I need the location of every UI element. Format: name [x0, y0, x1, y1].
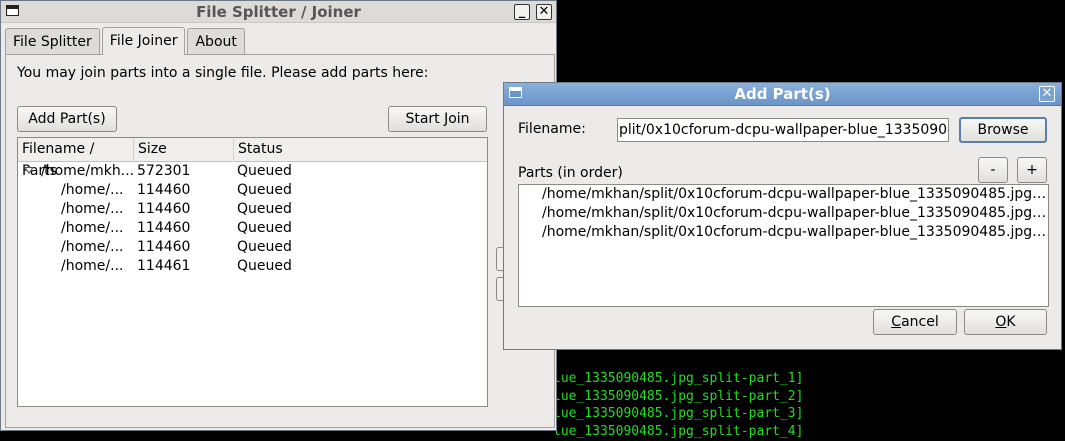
row-status: Queued	[237, 220, 292, 236]
dialog-titlebar[interactable]: Add Part(s) ✕	[504, 83, 1061, 106]
parts-label: Parts (in order)	[518, 165, 623, 181]
row-status: Queued	[237, 239, 292, 255]
tree-row[interactable]: /home/... 114461 Queued	[18, 257, 487, 276]
tab-file-joiner[interactable]: File Joiner	[101, 27, 186, 55]
row-size: 572301	[137, 163, 191, 179]
tree-row[interactable]: /home/... 114460 Queued	[18, 200, 487, 219]
row-status: Queued	[237, 258, 292, 274]
row-status: Queued	[237, 201, 292, 217]
terminal-line: lue_1335090485.jpg_split-part_3]	[553, 406, 804, 421]
terminal-line: lue_1335090485.jpg_split-part_2]	[553, 389, 804, 404]
row-filename: /home/...	[61, 239, 124, 255]
row-filename: /home/mkh...	[41, 163, 135, 179]
start-join-button[interactable]: Start Join	[388, 106, 487, 132]
row-status: Queued	[237, 163, 292, 179]
cancel-button[interactable]: Cancel	[873, 309, 957, 335]
main-window: File Splitter / Joiner _ ✕ File Splitter…	[0, 0, 557, 431]
filename-label: Filename:	[518, 121, 586, 137]
tab-about[interactable]: About	[187, 28, 245, 54]
parts-tree[interactable]: Filename / Parts Size Status /home/mkh..…	[17, 137, 488, 407]
row-size: 114460	[137, 201, 191, 217]
list-item[interactable]: /home/mkhan/split/0x10cforum-dcpu-wallpa…	[519, 185, 1048, 204]
row-size: 114460	[137, 182, 191, 198]
row-filename: /home/...	[61, 220, 124, 236]
tab-file-splitter[interactable]: File Splitter	[5, 28, 100, 54]
add-part-button[interactable]: +	[1017, 157, 1047, 183]
expander-arrow-icon[interactable]	[24, 167, 34, 174]
list-item[interactable]: /home/mkhan/split/0x10cforum-dcpu-wallpa…	[519, 204, 1048, 223]
row-size: 114460	[137, 220, 191, 236]
column-header-status[interactable]: Status	[234, 138, 487, 160]
window-title: File Splitter / Joiner	[196, 2, 361, 21]
terminal-line: lue_1335090485.jpg_split-part_4]	[553, 424, 804, 439]
dialog-title: Add Part(s)	[734, 85, 831, 103]
parts-list[interactable]: /home/mkhan/split/0x10cforum-dcpu-wallpa…	[518, 184, 1049, 307]
tree-header: Filename / Parts Size Status	[18, 138, 487, 179]
minimize-button[interactable]: _	[514, 4, 530, 20]
tree-row[interactable]: /home/... 114460 Queued	[18, 238, 487, 257]
cancel-mnemonic: C	[891, 314, 902, 330]
remove-part-button[interactable]: -	[978, 157, 1008, 183]
main-titlebar[interactable]: File Splitter / Joiner _ ✕	[1, 1, 556, 23]
tree-row[interactable]: /home/... 114460 Queued	[18, 181, 487, 200]
terminal-line: lue_1335090485.jpg_split-part_1]	[553, 371, 804, 386]
tree-row[interactable]: /home/... 114460 Queued	[18, 219, 487, 238]
list-item[interactable]: /home/mkhan/split/0x10cforum-dcpu-wallpa…	[519, 223, 1048, 242]
add-parts-dialog: Add Part(s) ✕ Filename: plit/0x10cforum-…	[503, 82, 1062, 350]
filename-field[interactable]: plit/0x10cforum-dcpu-wallpaper-blue_1335…	[617, 118, 949, 142]
tree-row[interactable]: /home/mkh... 572301 Queued	[18, 162, 487, 181]
row-filename: /home/...	[61, 258, 124, 274]
add-parts-button[interactable]: Add Part(s)	[17, 106, 117, 132]
row-filename: /home/...	[61, 182, 124, 198]
close-button[interactable]: ✕	[536, 4, 552, 20]
row-size: 114460	[137, 239, 191, 255]
row-filename: /home/...	[61, 201, 124, 217]
intro-text: You may join parts into a single file. P…	[17, 65, 429, 81]
ok-button[interactable]: OK	[964, 309, 1047, 335]
cancel-label: ancel	[901, 314, 939, 330]
row-status: Queued	[237, 182, 292, 198]
ok-mnemonic: O	[995, 314, 1007, 330]
tab-bar: File Splitter File Joiner About	[5, 27, 247, 55]
column-header-filename[interactable]: Filename / Parts	[18, 138, 134, 179]
column-header-size[interactable]: Size	[134, 138, 234, 160]
browse-button[interactable]: Browse	[959, 117, 1047, 143]
dialog-close-button[interactable]: ✕	[1039, 86, 1055, 102]
ok-label: K	[1006, 314, 1016, 330]
row-size: 114461	[137, 258, 191, 274]
